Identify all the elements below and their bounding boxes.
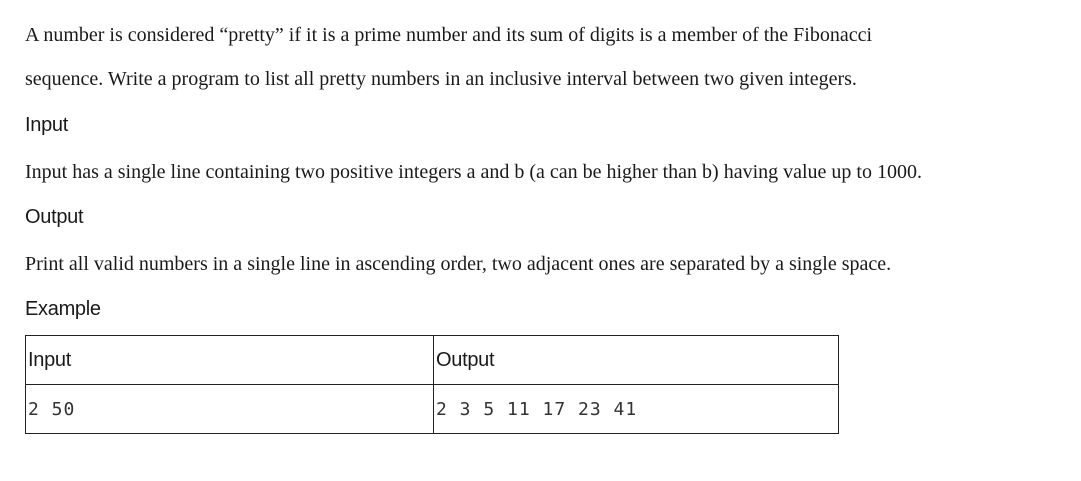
input-heading: Input: [25, 114, 68, 136]
example-input-cell: 2 50: [25, 384, 434, 434]
table-row: 2 50 2 3 5 11 17 23 41: [25, 384, 839, 434]
input-description: Input has a single line containing two p…: [25, 161, 922, 183]
example-table: Input Output 2 50 2 3 5 11 17 23 41: [25, 335, 839, 434]
example-output-cell: 2 3 5 11 17 23 41: [433, 384, 839, 434]
problem-statement: A number is considered “pretty” if it is…: [25, 13, 872, 101]
example-table-header-row: Input Output: [25, 335, 839, 385]
problem-statement-line-2: sequence. Write a program to list all pr…: [25, 68, 857, 90]
problem-statement-line-1: A number is considered “pretty” if it is…: [25, 24, 873, 46]
example-input-column-header: Input: [25, 335, 434, 385]
output-heading: Output: [25, 206, 84, 228]
example-heading: Example: [25, 298, 101, 320]
output-description: Print all valid numbers in a single line…: [25, 253, 892, 275]
example-output-column-header: Output: [433, 335, 839, 385]
